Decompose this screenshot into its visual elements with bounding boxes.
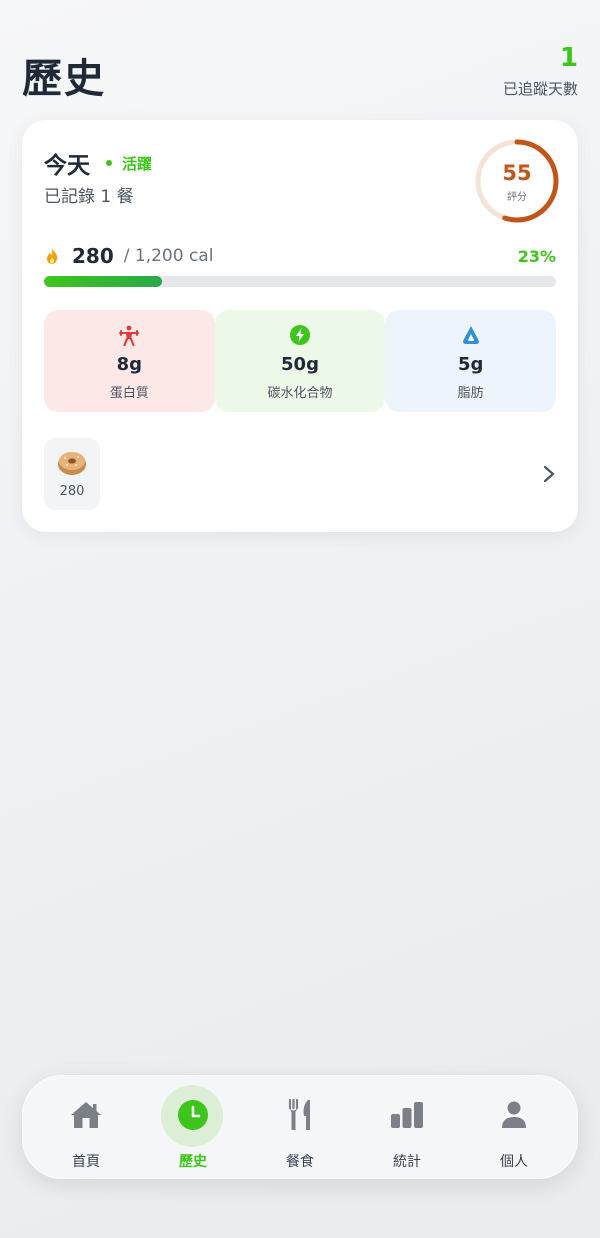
day-title-row: 今天 活躍 <box>44 146 152 180</box>
macro-protein: 8g 蛋白質 <box>44 310 215 412</box>
home-icon <box>33 1097 139 1133</box>
calories-percent: 23% <box>517 246 556 266</box>
macro-label: 蛋白質 <box>109 386 149 401</box>
meal-item[interactable]: 280 <box>44 438 100 510</box>
person-icon <box>461 1097 567 1133</box>
chevron-right-icon[interactable] <box>542 464 556 484</box>
tab-history[interactable]: 歷史 <box>140 1075 246 1179</box>
page-header: 歷史 1 已追蹤天數 <box>22 40 578 110</box>
meal-list[interactable]: 280 <box>44 438 556 510</box>
tab-label: 個人 <box>500 1154 528 1170</box>
tab-home[interactable]: 首頁 <box>33 1075 139 1179</box>
tab-label: 餐食 <box>286 1154 314 1170</box>
bar-chart-icon <box>354 1097 460 1133</box>
tracked-days: 1 已追蹤天數 <box>503 42 578 99</box>
macro-fat: 5g 脂肪 <box>385 310 557 412</box>
page-title: 歷史 <box>22 56 106 102</box>
score-ring: 55 評分 <box>474 138 560 224</box>
lightning-icon <box>215 324 386 346</box>
calorie-progress-bar <box>44 276 556 287</box>
weightlifter-icon <box>44 324 215 346</box>
bagel-icon <box>44 448 100 478</box>
meal-calories: 280 <box>59 484 85 499</box>
macro-label: 碳水化合物 <box>267 386 333 401</box>
macro-value: 50g <box>281 354 319 375</box>
tab-label: 首頁 <box>72 1154 100 1170</box>
score-label: 評分 <box>507 192 527 203</box>
tab-label: 統計 <box>393 1154 421 1170</box>
fork-knife-icon <box>247 1097 353 1133</box>
tracked-days-label: 已追蹤天數 <box>502 80 578 98</box>
tab-profile[interactable]: 個人 <box>461 1075 567 1179</box>
macro-carbs: 50g 碳水化合物 <box>214 310 386 412</box>
flame-icon <box>47 248 58 264</box>
clock-icon <box>140 1097 246 1133</box>
droplet-icon <box>385 324 556 346</box>
macro-label: 脂肪 <box>457 386 484 401</box>
score-value: 55 <box>502 161 532 185</box>
calorie-progress-fill <box>44 276 162 287</box>
meals-logged-text: 已記錄 1 餐 <box>44 187 134 207</box>
macro-value: 5g <box>457 354 484 375</box>
calories-goal: / 1,200 cal <box>123 246 214 266</box>
tab-meals[interactable]: 餐食 <box>247 1075 353 1179</box>
tab-label: 歷史 <box>179 1154 207 1170</box>
macro-value: 8g <box>116 354 143 375</box>
calories-consumed: 280 <box>72 244 114 268</box>
day-title: 今天 <box>44 153 90 179</box>
macro-summary: 8g 蛋白質 50g 碳水化合物 5g 脂肪 <box>44 310 557 412</box>
bottom-tab-bar: 首頁 歷史 餐食 統計 個人 <box>22 1075 578 1179</box>
status-badge: 活躍 <box>122 154 153 173</box>
calorie-row: 280 / 1,200 cal 23% <box>44 242 556 270</box>
day-summary-card[interactable]: 今天 活躍 已記錄 1 餐 55 評分 280 / 1,200 cal 23% <box>22 120 578 532</box>
status-dot-icon <box>106 160 112 166</box>
tracked-days-count: 1 <box>559 43 578 73</box>
tab-stats[interactable]: 統計 <box>354 1075 460 1179</box>
